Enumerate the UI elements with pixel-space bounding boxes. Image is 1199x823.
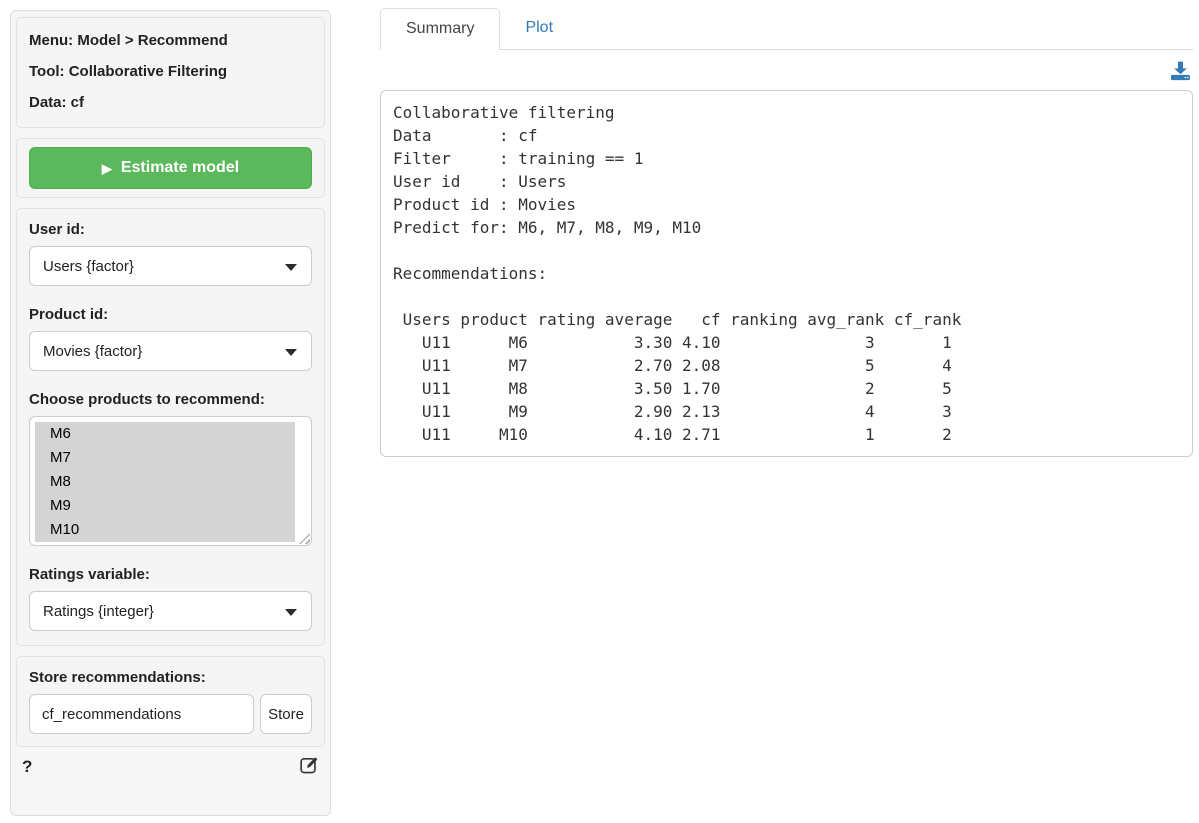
user-id-value: Users {factor}	[43, 258, 134, 275]
play-icon: ▶	[102, 162, 112, 175]
store-name-input[interactable]	[29, 694, 254, 734]
tool-name: Tool: Collaborative Filtering	[29, 61, 312, 82]
user-id-select[interactable]: Users {factor}	[29, 246, 312, 286]
edit-report-icon[interactable]	[300, 755, 319, 779]
model-options-panel: User id: Users {factor} Product id: Movi…	[16, 208, 325, 646]
store-label: Store recommendations:	[29, 669, 312, 686]
sidebar: Menu: Model > Recommend Tool: Collaborat…	[10, 10, 331, 816]
list-item[interactable]: M8	[35, 470, 295, 494]
ratings-select[interactable]: Ratings {integer}	[29, 591, 312, 631]
list-item[interactable]: M9	[35, 494, 295, 518]
list-item[interactable]: M10	[35, 518, 295, 542]
products-label: Choose products to recommend:	[29, 391, 312, 408]
sidebar-footer: ?	[16, 751, 325, 779]
toolbar	[380, 60, 1191, 84]
model-info-panel: Menu: Model > Recommend Tool: Collaborat…	[16, 17, 325, 128]
help-icon[interactable]: ?	[22, 757, 32, 777]
tab-summary[interactable]: Summary	[380, 8, 500, 50]
list-item[interactable]: M7	[35, 446, 295, 470]
product-id-value: Movies {factor}	[43, 343, 142, 360]
menu-breadcrumb: Menu: Model > Recommend	[29, 30, 312, 51]
store-panel: Store recommendations: Store	[16, 656, 325, 747]
product-id-label: Product id:	[29, 306, 312, 323]
estimate-panel: ▶ Estimate model	[16, 138, 325, 198]
list-item[interactable]: M6	[35, 422, 295, 446]
resize-handle[interactable]	[299, 533, 310, 544]
store-button[interactable]: Store	[260, 694, 312, 734]
ratings-value: Ratings {integer}	[43, 603, 154, 620]
chevron-down-icon	[285, 609, 297, 616]
estimate-model-button[interactable]: ▶ Estimate model	[29, 147, 312, 189]
user-id-label: User id:	[29, 221, 312, 238]
download-icon[interactable]	[1170, 60, 1191, 84]
chevron-down-icon	[285, 349, 297, 356]
chevron-down-icon	[285, 264, 297, 271]
tab-bar: Summary Plot	[380, 8, 1193, 50]
products-listbox[interactable]: M6 M7 M8 M9 M10	[29, 416, 312, 546]
dataset-name: Data: cf	[29, 92, 312, 113]
ratings-label: Ratings variable:	[29, 566, 312, 583]
product-id-select[interactable]: Movies {factor}	[29, 331, 312, 371]
estimate-model-label: Estimate model	[121, 159, 239, 177]
main-content: Summary Plot Collaborative filtering Dat…	[380, 8, 1193, 457]
tab-plot[interactable]: Plot	[500, 8, 578, 49]
summary-output: Collaborative filtering Data : cf Filter…	[380, 90, 1193, 457]
